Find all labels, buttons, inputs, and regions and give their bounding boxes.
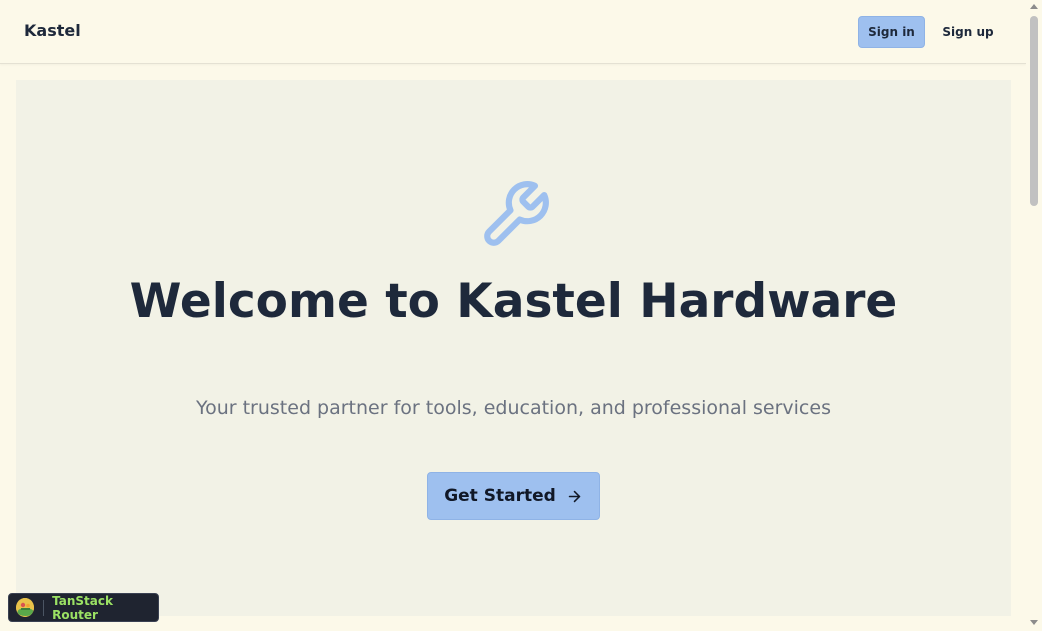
sign-in-button[interactable]: Sign in xyxy=(858,16,925,48)
devtools-separator xyxy=(43,599,45,616)
vertical-scrollbar[interactable] xyxy=(1026,0,1042,631)
sign-up-button[interactable]: Sign up xyxy=(936,16,1000,48)
wrench-icon xyxy=(484,181,549,246)
tanstack-logo-icon xyxy=(16,598,35,617)
tanstack-router-devtools-toggle[interactable]: TanStack Router xyxy=(8,593,159,622)
top-navbar: Kastel Sign in Sign up xyxy=(0,0,1026,64)
hero-section xyxy=(16,80,1011,616)
devtools-label: TanStack Router xyxy=(52,593,113,622)
get-started-button[interactable]: Get Started xyxy=(427,472,600,520)
scroll-up-arrow-icon[interactable] xyxy=(1030,4,1038,9)
scrollbar-thumb[interactable] xyxy=(1030,16,1038,206)
arrow-right-icon xyxy=(568,490,581,502)
hero-title: Welcome to Kastel Hardware xyxy=(129,274,898,329)
brand-logo-text[interactable]: Kastel xyxy=(24,21,81,40)
scroll-down-arrow-icon[interactable] xyxy=(1030,620,1038,625)
hero-subtitle: Your trusted partner for tools, educatio… xyxy=(196,397,831,419)
get-started-label: Get Started xyxy=(444,486,556,506)
